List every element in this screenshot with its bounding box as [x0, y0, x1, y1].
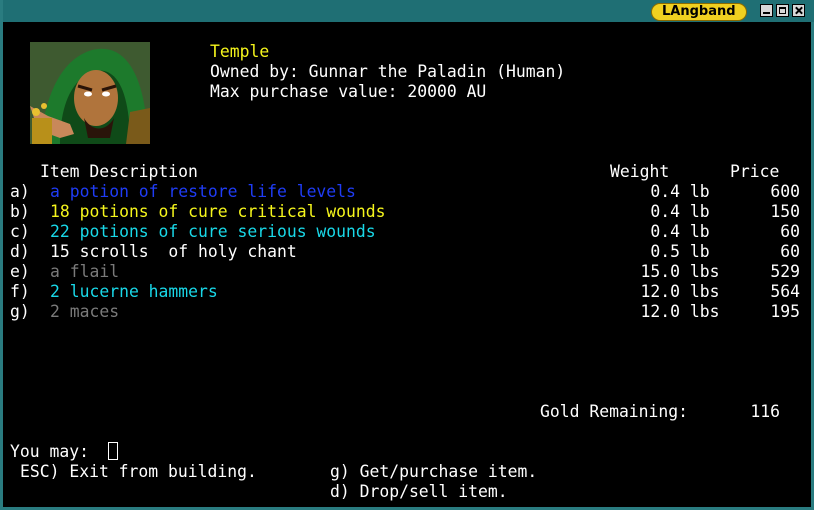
item-key: c): [10, 222, 30, 241]
item-price: 529: [770, 262, 800, 281]
item-weight: 0.4 lb: [650, 182, 710, 201]
shopkeeper-portrait: [30, 42, 150, 144]
store-name: Temple: [210, 42, 270, 61]
item-price: 600: [770, 182, 800, 201]
header-weight: Weight: [610, 162, 670, 181]
item-price: 150: [770, 202, 800, 221]
exit-building-option[interactable]: ESC) Exit from building.: [20, 462, 257, 482]
item-weight: 12.0 lbs: [640, 302, 720, 321]
max-purchase: Max purchase value: 20000 AU: [210, 82, 487, 101]
maximize-icon[interactable]: [776, 4, 789, 17]
store-owner: Owned by: Gunnar the Paladin (Human): [210, 62, 566, 81]
gold-label: Gold Remaining:: [540, 402, 689, 421]
game-window: LAngband Temple Owned by: Gunnar the Pal…: [0, 0, 814, 510]
item-key: g): [10, 302, 30, 321]
item-description: 2 lucerne hammers: [50, 282, 218, 301]
item-description: 18 potions of cure critical wounds: [50, 202, 386, 221]
item-weight: 0.4 lb: [650, 222, 710, 241]
item-description: 15 scrolls of holy chant: [50, 242, 297, 261]
prompt-you-may: You may:: [10, 442, 89, 461]
item-key: b): [10, 202, 30, 221]
item-price: 564: [770, 282, 800, 301]
item-description: 22 potions of cure serious wounds: [50, 222, 376, 241]
item-weight: 12.0 lbs: [640, 282, 720, 301]
gold-value: 116: [750, 402, 780, 421]
close-icon[interactable]: [792, 4, 805, 17]
item-key: f): [10, 282, 30, 301]
item-price: 60: [780, 222, 800, 241]
minimize-icon[interactable]: [760, 4, 773, 17]
item-description: a flail: [50, 262, 120, 281]
item-price: 195: [770, 302, 800, 321]
window-title: LAngband: [651, 3, 747, 21]
purchase-item-option[interactable]: g) Get/purchase item.: [330, 462, 537, 482]
header-price: Price: [730, 162, 780, 181]
header-item-description: Item Description: [40, 162, 198, 181]
item-description: 2 maces: [50, 302, 120, 321]
item-price: 60: [780, 242, 800, 261]
title-bar: LAngband: [3, 0, 814, 22]
item-description: a potion of restore life levels: [50, 182, 356, 201]
item-weight: 15.0 lbs: [640, 262, 720, 281]
item-weight: 0.4 lb: [650, 202, 710, 221]
input-cursor[interactable]: [108, 442, 118, 460]
item-weight: 0.5 lb: [650, 242, 710, 261]
item-key: e): [10, 262, 30, 281]
item-key: a): [10, 182, 30, 201]
terminal-screen: Temple Owned by: Gunnar the Paladin (Hum…: [6, 22, 814, 510]
sell-item-option[interactable]: d) Drop/sell item.: [330, 482, 508, 502]
item-key: d): [10, 242, 30, 261]
